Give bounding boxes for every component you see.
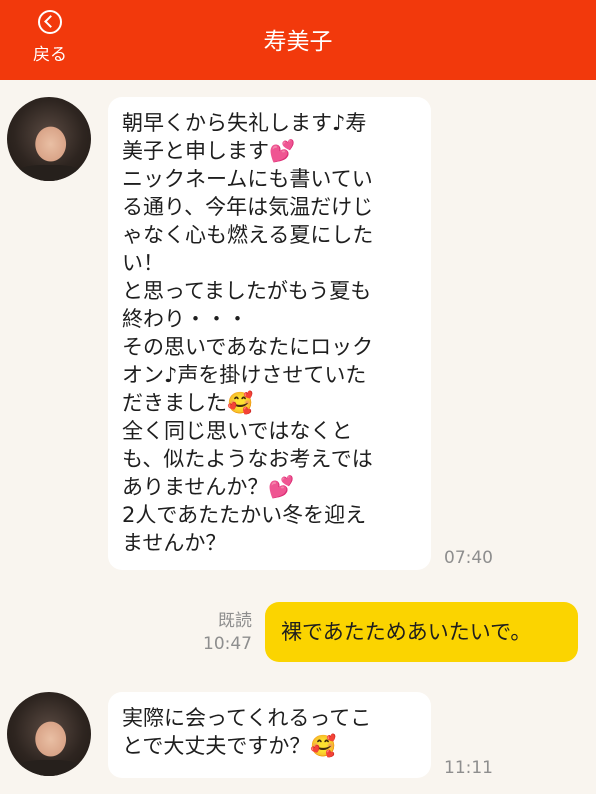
message-line: ゃなく心も燃える夏にした	[122, 223, 374, 247]
message-line: その思いであなたにロック	[122, 335, 374, 359]
read-receipt: 既読	[218, 611, 252, 631]
message-line: ありませんか？💕	[122, 475, 295, 499]
message-line: 2人であたたかい冬を迎え	[122, 503, 367, 527]
message-line: ニックネームにも書いてい	[122, 167, 373, 191]
message-line: 全く同じ思いではなくと	[122, 419, 353, 443]
incoming-message-bubble: 実際に会ってくれるってこ とで大丈夫ですか？🥰	[108, 692, 431, 778]
avatar[interactable]	[7, 97, 91, 181]
message-line: と思ってましたがもう夏も	[122, 279, 372, 303]
message-text: 裸であたためあいたいで。	[281, 620, 532, 644]
message-line: だきました🥰	[122, 391, 254, 415]
message-line: 終わり・・・	[122, 307, 248, 331]
message-line: オン♪声を掛けさせていた	[122, 363, 367, 387]
message-time: 11:11	[444, 758, 493, 778]
message-line: い！	[122, 251, 164, 275]
message-line: る通り、今年は気温だけじ	[122, 195, 374, 219]
incoming-message-bubble: 朝早くから失礼します♪寿 美子と申します💕 ニックネームにも書いてい る通り、今…	[108, 97, 431, 570]
message-line: 美子と申します💕	[122, 139, 296, 163]
message-line: も、似たようなお考えでは	[122, 447, 373, 471]
outgoing-message-bubble: 裸であたためあいたいで。	[265, 602, 578, 662]
chat-header: 戻る 寿美子	[0, 0, 596, 80]
message-line: 実際に会ってくれるってこ	[122, 706, 372, 730]
avatar[interactable]	[7, 692, 91, 776]
message-line: とで大丈夫ですか？🥰	[122, 734, 337, 758]
message-time: 10:47	[203, 634, 252, 654]
message-time: 07:40	[444, 548, 493, 568]
message-line: 朝早くから失礼します♪寿	[122, 111, 367, 135]
message-line: ませんか？	[122, 531, 227, 555]
chat-partner-name: 寿美子	[263, 29, 333, 55]
